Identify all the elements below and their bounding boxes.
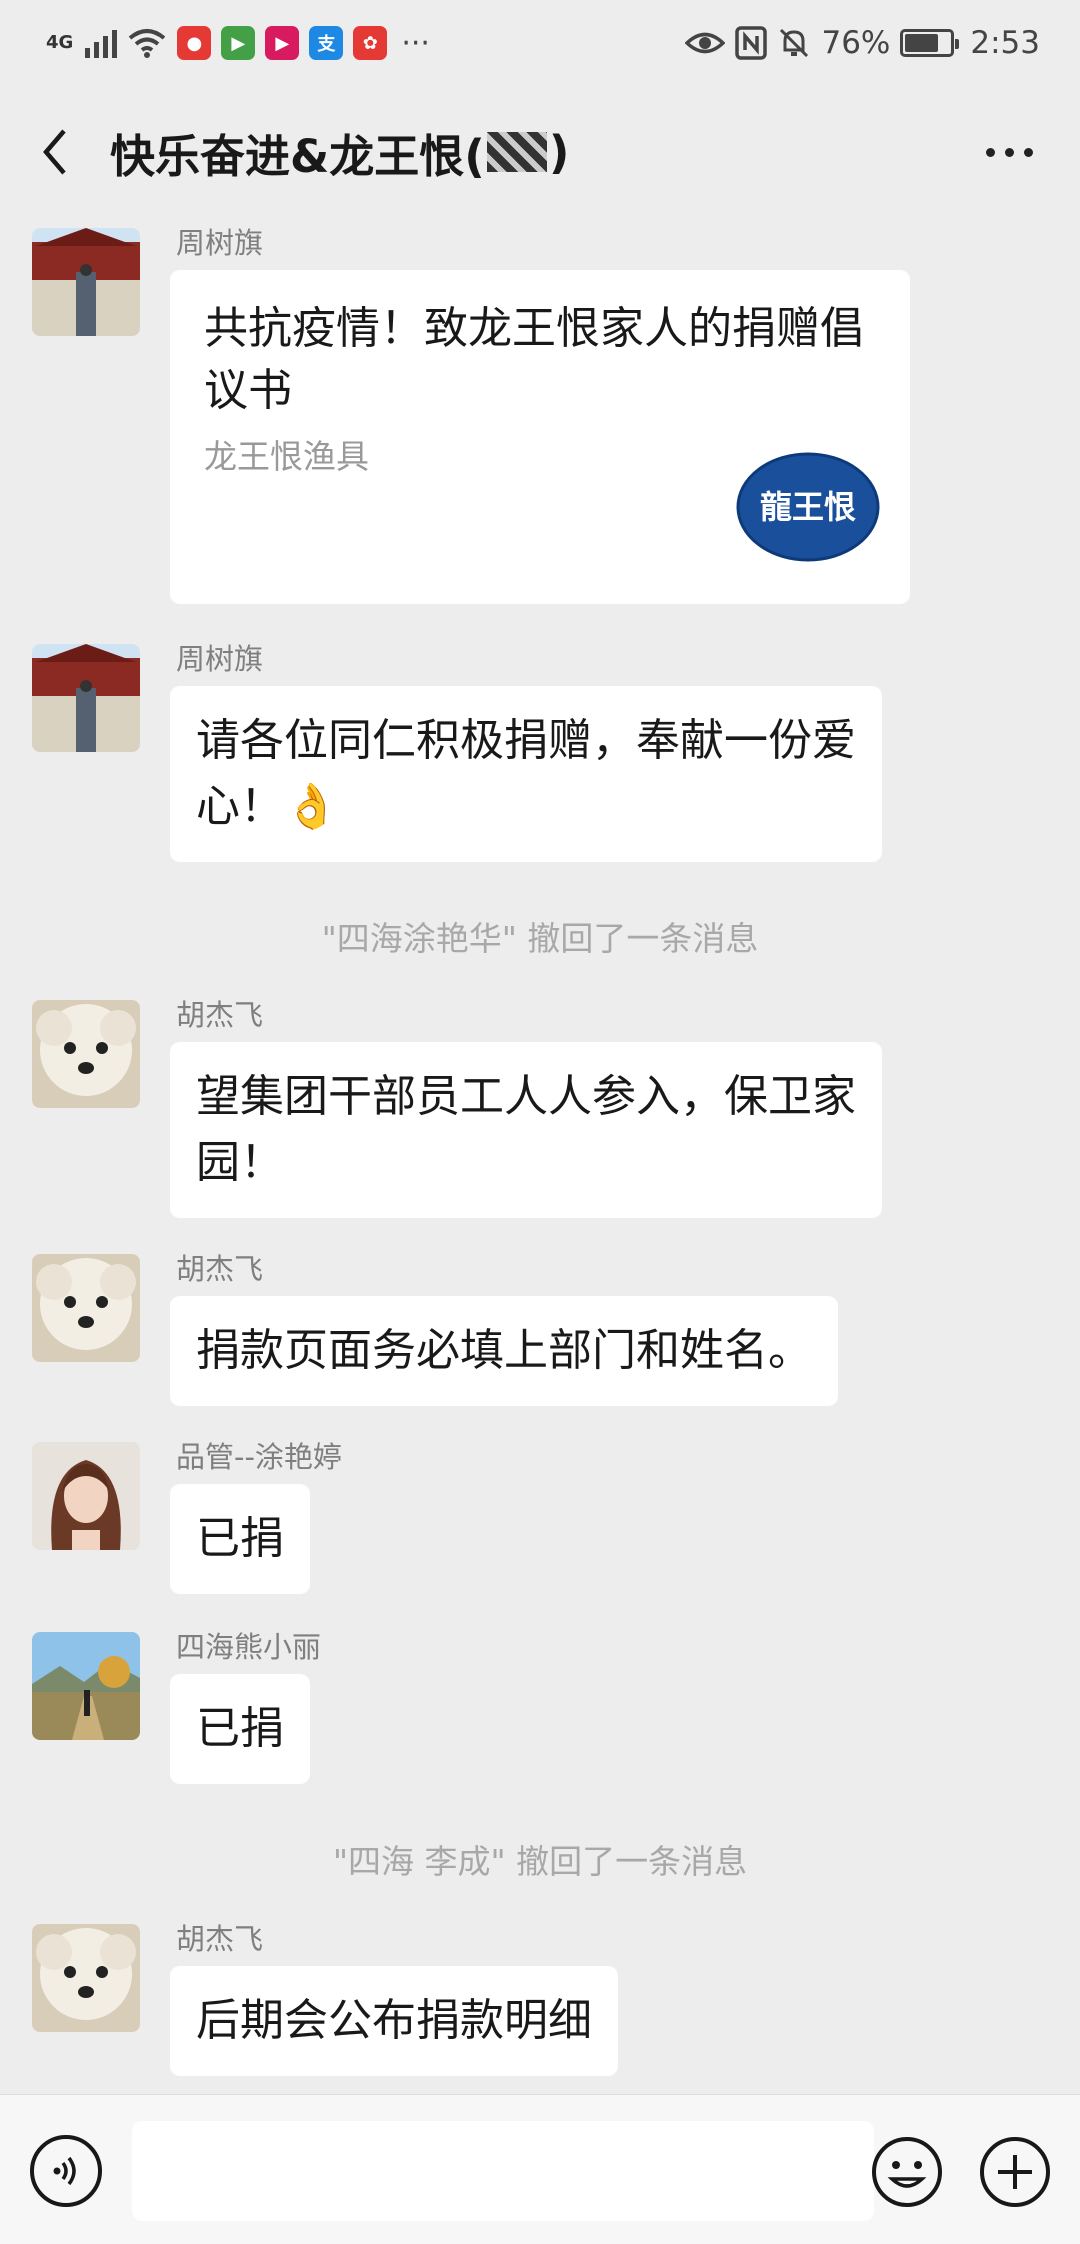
message-bubble[interactable]: 请各位同仁积极捐赠，奉献一份爱 心！👌 <box>170 686 882 862</box>
message-text-line: 请各位同仁积极捐赠，奉献一份爱 <box>196 715 856 766</box>
dot-icon <box>1004 147 1014 157</box>
avatar[interactable] <box>32 1254 140 1362</box>
mic-app-icon: ● <box>177 26 212 60</box>
message-bubble[interactable]: 望集团干部员工人人参入，保卫家 园！ <box>170 1042 882 1218</box>
voice-icon <box>53 2156 76 2186</box>
back-button[interactable] <box>0 86 110 218</box>
signal-icon <box>85 28 118 58</box>
message-bubble[interactable]: 已捐 <box>170 1674 310 1784</box>
message-bubble[interactable]: 捐款页面务必填上部门和姓名。 <box>170 1296 838 1406</box>
avatar[interactable] <box>32 1000 140 1108</box>
message-bubble[interactable]: 已捐 <box>170 1484 310 1594</box>
avatar[interactable] <box>32 1632 140 1740</box>
svg-text:龍王恨: 龍王恨 <box>760 488 856 526</box>
message-input[interactable] <box>132 2121 874 2221</box>
shopping-app-icon: ✿ <box>353 26 388 60</box>
play-app-icon: ▶ <box>221 26 256 60</box>
message-text-line: 心！👌 <box>196 781 339 832</box>
alipay-app-icon: 支 <box>309 26 344 60</box>
message-text-line: 捐款页面务必填上部门和姓名。 <box>196 1325 812 1376</box>
message-text-line: 园！ <box>196 1137 284 1188</box>
dot-icon <box>1023 147 1033 157</box>
message-text-line: 后期会公布捐款明细 <box>196 1995 592 2046</box>
back-arrow-icon <box>43 129 66 175</box>
chat-title-text: 快乐奋进&龙王恨( <box>110 129 485 183</box>
avatar[interactable] <box>32 644 140 752</box>
clock: 2:53 <box>970 25 1040 61</box>
message-text-line: 望集团干部员工人人参入，保卫家 <box>196 1071 856 1122</box>
nfc-icon <box>735 26 768 60</box>
chat-title: 快乐奋进&龙王恨() <box>110 120 569 185</box>
avatar[interactable] <box>32 1924 140 2032</box>
link-card[interactable]: 共抗疫情！致龙王恨家人的捐赠倡议书 龙王恨渔具 龍王恨 <box>170 270 910 604</box>
wifi-icon <box>129 29 166 58</box>
brand-logo: 龍王恨 <box>736 452 880 562</box>
network-type: 4G <box>46 32 74 53</box>
blurred-member-count <box>486 132 547 172</box>
recall-notice: "四海涂艳华" 撤回了一条消息 <box>321 919 759 958</box>
recall-notice: "四海 李成" 撤回了一条消息 <box>332 1842 748 1881</box>
chat-header: 快乐奋进&龙王恨() <box>0 86 1080 218</box>
avatar[interactable] <box>32 1442 140 1550</box>
mute-bell-icon <box>780 28 809 58</box>
message-bubble[interactable]: 后期会公布捐款明细 <box>170 1966 618 2076</box>
dot-icon <box>985 147 995 157</box>
avatar[interactable] <box>32 228 140 336</box>
sender-name: 四海熊小丽 <box>176 1630 322 1664</box>
more-notifications-icon: ··· <box>401 25 430 61</box>
sender-name: 胡杰飞 <box>176 1252 264 1286</box>
message-text-line: 已捐 <box>196 1703 284 1754</box>
notification-icons: ● ▶ ▶ 支 ✿ <box>177 26 388 60</box>
more-functions-button[interactable] <box>978 2135 1052 2209</box>
sender-name: 胡杰飞 <box>176 1922 264 1956</box>
voice-button[interactable] <box>30 2135 102 2207</box>
video-app-icon: ▶ <box>265 26 300 60</box>
status-bar: 4G ● ▶ ▶ 支 ✿ ··· 76% 2:53 <box>0 0 1080 86</box>
sender-name: 品管--涂艳婷 <box>176 1440 342 1474</box>
chat-menu-button[interactable] <box>964 120 1054 184</box>
emoji-button[interactable] <box>870 2135 944 2209</box>
battery-icon <box>900 29 960 57</box>
card-title: 共抗疫情！致龙王恨家人的捐赠倡议书 <box>204 303 864 416</box>
sender-name: 胡杰飞 <box>176 998 264 1032</box>
sender-name: 周树旗 <box>176 642 264 676</box>
input-bar <box>0 2094 1080 2244</box>
message-text-line: 已捐 <box>196 1513 284 1564</box>
battery-percent: 76% <box>821 25 891 61</box>
eye-icon <box>685 32 726 54</box>
chat-title-close: ) <box>548 125 570 179</box>
sender-name: 周树旗 <box>176 226 264 260</box>
